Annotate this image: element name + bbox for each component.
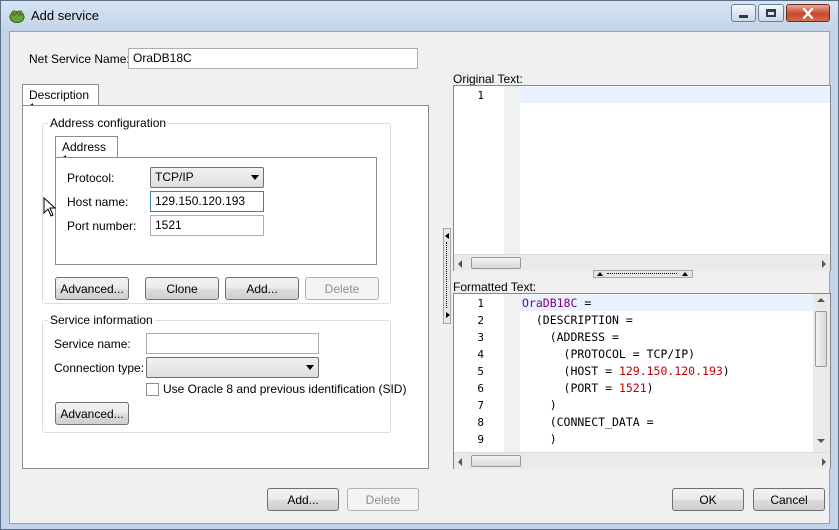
code-line: (DESCRIPTION =	[522, 313, 633, 327]
arrow-right-icon	[446, 312, 450, 318]
scroll-left-icon	[458, 458, 462, 466]
footer-delete-button[interactable]: Delete	[347, 488, 419, 511]
tab-description-1[interactable]: Description 1	[22, 84, 99, 115]
window-title: Add service	[31, 8, 99, 23]
code-line: (PROTOCOL = TCP/IP)	[522, 347, 696, 361]
code-line: (HOST = 129.150.120.193)	[522, 364, 730, 378]
address-delete-button[interactable]: Delete	[305, 277, 379, 300]
line-number: 4	[477, 348, 484, 361]
original-fold-margin	[504, 86, 520, 254]
host-name-input[interactable]: 129.150.120.193	[150, 191, 264, 212]
service-name-input[interactable]	[146, 333, 319, 354]
line-number: 3	[477, 331, 484, 344]
original-current-line	[520, 87, 830, 103]
footer-add-button[interactable]: Add...	[267, 488, 339, 511]
arrow-up-icon	[682, 272, 688, 276]
tab-address-1[interactable]: Address 1	[55, 136, 118, 167]
protocol-label: Protocol:	[67, 171, 115, 185]
service-information-title: Service information	[48, 313, 155, 327]
formatted-vscroll-thumb[interactable]	[815, 311, 827, 367]
sid-checkbox[interactable]	[146, 383, 159, 396]
minimize-icon	[739, 14, 748, 18]
protocol-select[interactable]: TCP/IP	[150, 167, 264, 188]
chevron-down-icon	[306, 365, 314, 370]
original-text-label: Original Text:	[453, 72, 523, 86]
code-token: 129.150.120.193	[618, 364, 723, 378]
original-text-editor[interactable]: 1	[453, 85, 831, 271]
net-service-name-input[interactable]: OraDB18C	[128, 48, 418, 69]
port-number-label: Port number:	[67, 219, 137, 233]
original-hscroll-thumb[interactable]	[471, 257, 521, 269]
formatted-hscroll-thumb[interactable]	[471, 455, 521, 467]
code-token: 1521	[618, 381, 647, 395]
dialog-client-area: Net Service Name: OraDB18C Description 1…	[9, 31, 831, 524]
original-horizontal-scrollbar[interactable]	[454, 254, 830, 271]
scroll-up-icon	[817, 298, 825, 302]
address-panel: Protocol: TCP/IP Host name: 129.150.120.…	[55, 157, 377, 265]
original-gutter	[454, 86, 504, 254]
address-add-button[interactable]: Add...	[225, 277, 299, 300]
code-line: )	[522, 432, 557, 446]
service-advanced-button[interactable]: Advanced...	[55, 402, 129, 425]
vertical-splitter[interactable]	[443, 228, 451, 324]
clone-button[interactable]: Clone	[145, 277, 219, 300]
splitter-grip	[607, 273, 677, 274]
line-number: 2	[477, 314, 484, 327]
code-line: (PORT = 1521)	[522, 381, 654, 395]
splitter-grip	[446, 242, 447, 308]
ok-button[interactable]: OK	[672, 488, 744, 511]
code-token: TCP/IP	[646, 347, 689, 361]
close-button[interactable]	[786, 4, 830, 22]
line-number: 9	[477, 433, 484, 446]
formatted-horizontal-scrollbar[interactable]	[454, 452, 830, 469]
arrow-up-icon	[597, 272, 603, 276]
code-line: )	[522, 398, 557, 412]
line-number: 1	[477, 297, 484, 310]
code-line: OraDB18C =	[522, 296, 592, 310]
chevron-down-icon	[251, 175, 259, 180]
add-service-window: Add service Net Service Name: OraDB18C D…	[0, 0, 839, 530]
line-number: 8	[477, 416, 484, 429]
code-line: (ADDRESS =	[522, 330, 619, 344]
host-name-label: Host name:	[67, 195, 129, 209]
maximize-button[interactable]	[758, 4, 784, 22]
cancel-button[interactable]: Cancel	[753, 488, 825, 511]
service-name-label: Service name:	[54, 337, 131, 351]
code-token: OraDB18C	[522, 296, 578, 310]
address-configuration-title: Address configuration	[48, 116, 169, 130]
sid-checkbox-label: Use Oracle 8 and previous identification…	[163, 382, 407, 396]
original-line-number: 1	[477, 89, 484, 102]
line-number: 5	[477, 365, 484, 378]
close-icon	[802, 7, 814, 19]
mouse-cursor-icon	[43, 197, 57, 217]
formatted-text-editor[interactable]: 1 2 3 4 5 6 7 8 9 OraDB18C = (DESCRIPTIO…	[453, 293, 831, 469]
scroll-left-icon	[458, 260, 462, 268]
formatted-vertical-scrollbar[interactable]	[813, 294, 830, 452]
minimize-button[interactable]	[731, 4, 756, 22]
formatted-fold-margin	[504, 294, 520, 452]
code-line: (CONNECT_DATA =	[522, 415, 654, 429]
net-service-name-label: Net Service Name:	[29, 52, 130, 66]
scroll-down-icon	[817, 439, 825, 443]
line-number: 6	[477, 382, 484, 395]
protocol-select-value: TCP/IP	[155, 170, 194, 184]
connection-type-select[interactable]	[146, 357, 319, 378]
arrow-left-icon	[445, 233, 449, 239]
line-number: 7	[477, 399, 484, 412]
oracle-app-icon	[9, 10, 25, 23]
scroll-right-icon	[822, 458, 826, 466]
horizontal-splitter[interactable]	[593, 270, 693, 278]
connection-type-label: Connection type:	[54, 361, 145, 375]
scroll-right-icon	[822, 260, 826, 268]
address-advanced-button[interactable]: Advanced...	[55, 277, 129, 300]
formatted-text-label: Formatted Text:	[453, 280, 537, 294]
maximize-icon	[766, 9, 776, 17]
description-panel: Address configuration Address 1 Protocol…	[22, 105, 429, 469]
title-bar[interactable]: Add service	[1, 1, 838, 31]
port-number-input[interactable]: 1521	[150, 215, 264, 236]
